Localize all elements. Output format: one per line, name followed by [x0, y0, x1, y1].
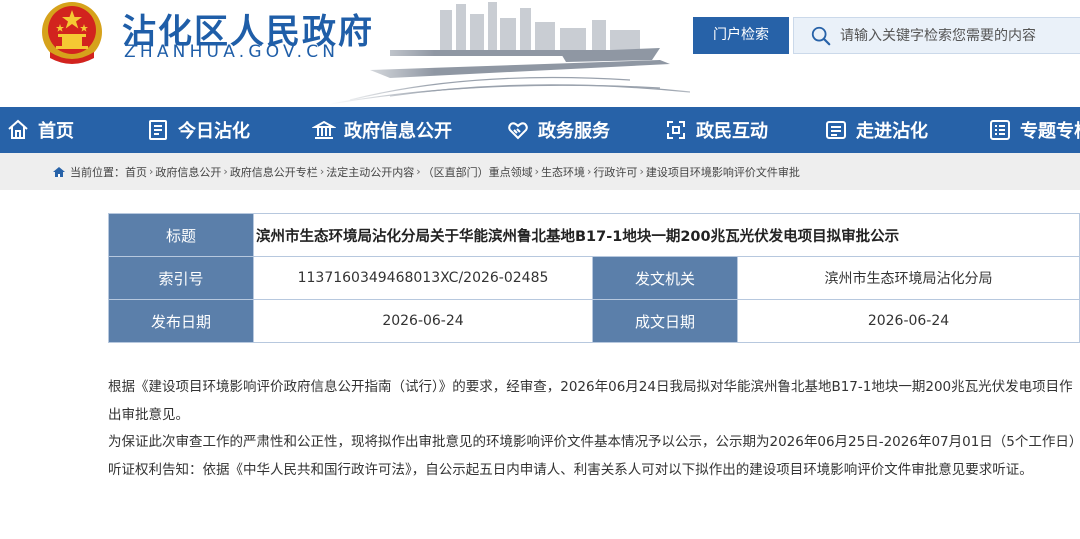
- handshake-icon: [508, 122, 528, 140]
- breadcrumb-item[interactable]: 法定主动公开内容: [326, 164, 414, 180]
- home-icon: [8, 119, 28, 139]
- index-label: 索引号: [108, 256, 254, 300]
- search-box: [793, 17, 1080, 54]
- breadcrumb-separator: ›: [416, 165, 421, 178]
- document-info-table: 标题 滨州市生态环境局沾化分局关于华能滨州鲁北基地B17-1地块一期200兆瓦光…: [108, 213, 1080, 343]
- table-row: 标题 滨州市生态环境局沾化分局关于华能滨州鲁北基地B17-1地块一期200兆瓦光…: [108, 213, 1080, 257]
- breadcrumb-item[interactable]: 首页: [125, 164, 147, 180]
- title-label: 标题: [108, 213, 254, 257]
- nav-label: 今日沾化: [178, 121, 250, 142]
- location-home-icon: [53, 166, 65, 177]
- breadcrumb-separator: ›: [149, 165, 154, 178]
- breadcrumb-item[interactable]: 政府信息公开: [155, 164, 221, 180]
- main-nav: 首页 今日沾化 政府信息公开 政务服务 政民互动 走进沾化 专题专: [0, 107, 1080, 153]
- interaction-icon: [667, 121, 685, 139]
- publish-date-value: 2026-06-24: [253, 299, 593, 343]
- portal-search-button[interactable]: 门户检索: [693, 17, 789, 54]
- info-card-icon: [826, 121, 846, 139]
- article-paragraph: 为保证此次审查工作的严肃性和公正性，现将拟作出审批意见的环境影响评价文件基本情况…: [108, 434, 1080, 450]
- issuer-value: 滨州市生态环境局沾化分局: [737, 256, 1080, 300]
- index-value: 1137160349468013XC/2026-02485: [253, 256, 593, 300]
- article-paragraph: 听证权利告知：依据《中华人民共和国行政许可法》，自公示起五日内申请人、利害关系人…: [108, 461, 1033, 478]
- article-body: 根据《建设项目环境影响评价政府信息公开指南（试行）》的要求，经审查，2026年0…: [108, 374, 1080, 484]
- search-icon[interactable]: [810, 25, 832, 47]
- nav-item-special-topics[interactable]: 专题专栏: [982, 107, 1080, 153]
- nav-label: 政民互动: [696, 121, 768, 142]
- government-building-icon: [312, 120, 336, 139]
- nav-label: 政府信息公开: [344, 121, 452, 142]
- breadcrumb-item[interactable]: 建设项目环境影响评价文件审批: [646, 164, 800, 180]
- nav-label: 政务服务: [538, 121, 610, 142]
- site-header: 沾化区人民政府 ZHANHUA.GOV.CN 门户检索: [0, 0, 1080, 107]
- breadcrumb-item[interactable]: 政府信息公开专栏: [230, 164, 318, 180]
- nav-item-gov-services[interactable]: 政务服务: [500, 107, 616, 153]
- written-date-label: 成文日期: [592, 299, 738, 343]
- document-title: 滨州市生态环境局沾化分局关于华能滨州鲁北基地B17-1地块一期200兆瓦光伏发电…: [253, 213, 1080, 257]
- site-domain: ZHANHUA.GOV.CN: [124, 42, 340, 62]
- nav-item-interaction[interactable]: 政民互动: [658, 107, 774, 153]
- breadcrumb-prefix: 当前位置：: [70, 165, 125, 179]
- table-row: 索引号 1137160349468013XC/2026-02485 发文机关 滨…: [108, 256, 1080, 300]
- breadcrumb-separator: ›: [587, 165, 592, 178]
- breadcrumb-separator: ›: [639, 165, 644, 178]
- nav-label: 走进沾化: [856, 121, 928, 142]
- nav-item-today-zhanhua[interactable]: 今日沾化: [140, 107, 256, 153]
- nav-item-gov-info[interactable]: 政府信息公开: [306, 107, 458, 153]
- nav-label: 首页: [38, 121, 74, 142]
- breadcrumb: 当前位置： 首页 › 政府信息公开 › 政府信息公开专栏 › 法定主动公开内容 …: [0, 153, 1080, 190]
- nav-item-explore-zhanhua[interactable]: 走进沾化: [818, 107, 934, 153]
- breadcrumb-separator: ›: [223, 165, 228, 178]
- list-icon: [990, 120, 1010, 140]
- article-paragraph: 根据《建设项目环境影响评价政府信息公开指南（试行）》的要求，经审查，2026年0…: [108, 379, 1073, 423]
- issuer-label: 发文机关: [592, 256, 738, 300]
- nav-label: 专题专栏: [1020, 121, 1080, 142]
- table-row: 发布日期 2026-06-24 成文日期 2026-06-24: [108, 299, 1080, 343]
- written-date-value: 2026-06-24: [737, 299, 1080, 343]
- breadcrumb-item[interactable]: 生态环境: [541, 164, 585, 180]
- document-icon: [149, 120, 167, 140]
- city-skyline-illustration: [330, 0, 750, 107]
- breadcrumb-item[interactable]: 行政许可: [593, 164, 637, 180]
- breadcrumb-item[interactable]: （区直部门）重点领域: [423, 164, 533, 180]
- nav-item-home[interactable]: 首页: [0, 107, 80, 153]
- breadcrumb-separator: ›: [319, 165, 325, 178]
- breadcrumb-separator: ›: [534, 165, 540, 178]
- publish-date-label: 发布日期: [108, 299, 254, 343]
- search-input[interactable]: [840, 27, 1080, 44]
- national-emblem-logo: [42, 2, 102, 64]
